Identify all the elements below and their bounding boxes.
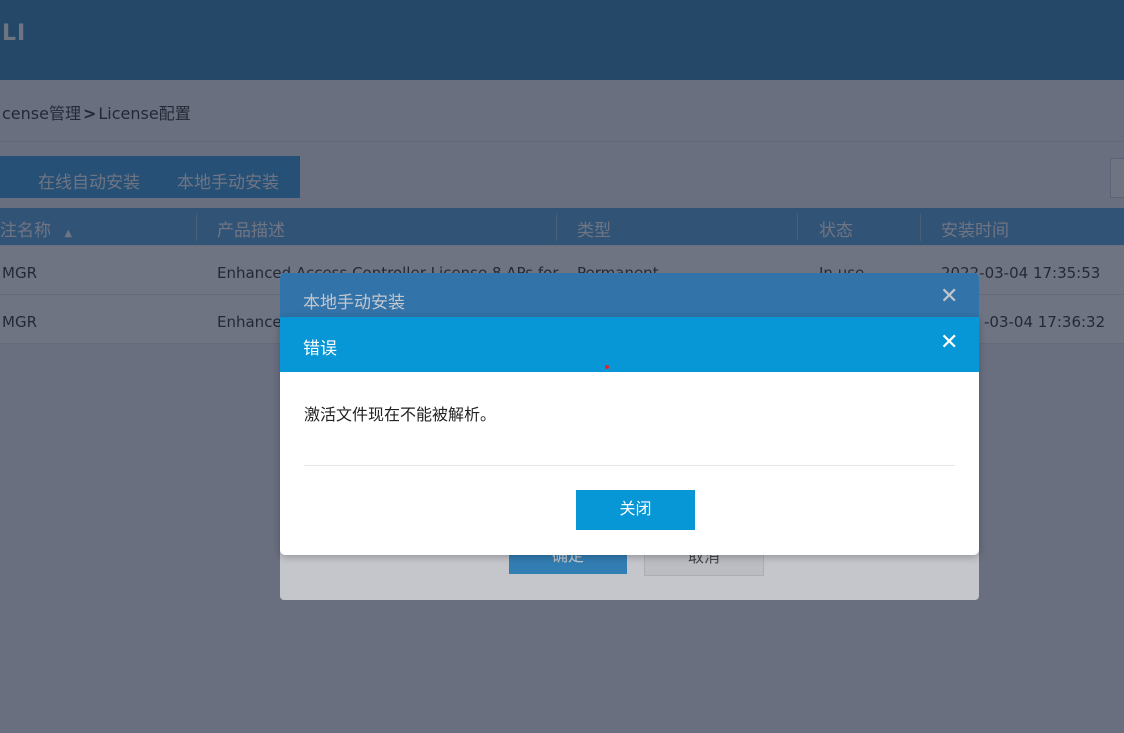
dialog-header xyxy=(280,317,979,372)
cursor-marker xyxy=(605,365,609,369)
divider xyxy=(304,465,955,466)
dialog-title: 错误 xyxy=(303,339,337,359)
close-button[interactable]: 关闭 xyxy=(576,490,695,530)
close-icon[interactable]: ✕ xyxy=(940,330,958,355)
error-dialog: 错误 ✕ 激活文件现在不能被解析。 关闭 xyxy=(280,317,979,555)
error-message: 激活文件现在不能被解析。 xyxy=(304,405,497,424)
